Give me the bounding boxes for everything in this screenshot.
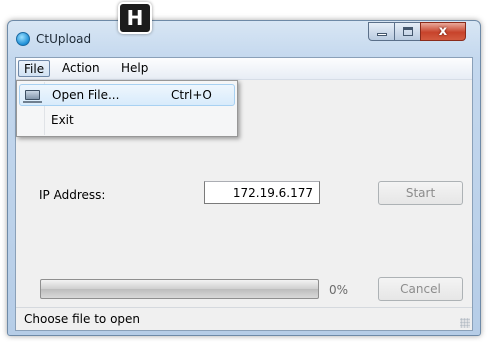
file-dropdown-menu: Open File... Ctrl+O Exit [16,80,238,137]
status-text: Choose file to open [24,312,141,326]
window-title: CtUpload [36,32,92,46]
menu-item-shortcut: Ctrl+O [171,88,212,102]
close-button[interactable]: x [420,22,466,41]
menu-bar: File Action Help [16,58,472,80]
computer-icon [23,90,42,103]
menu-item-label: Open File... [52,88,120,102]
maximize-icon [403,27,413,36]
status-bar: Choose file to open [16,307,472,330]
client-area: File Action Help Open File... Ctrl+O Exi… [15,57,473,331]
minimize-button[interactable] [368,22,395,41]
menu-file[interactable]: File [18,60,51,77]
progress-percent: 0% [329,283,349,297]
app-window: CtUpload x File Action Help Open File...… [7,20,481,336]
title-bar[interactable]: CtUpload x [8,21,480,57]
ip-address-input[interactable] [204,181,320,204]
resize-grip-icon[interactable] [460,318,470,328]
progress-bar [40,279,319,299]
step-badge: H [118,2,152,34]
menu-help[interactable]: Help [116,60,153,77]
menu-action[interactable]: Action [57,60,105,77]
app-icon [16,32,30,46]
menu-item-open-file[interactable]: Open File... Ctrl+O [19,84,235,106]
minimize-icon [377,33,387,36]
close-icon: x [438,24,448,39]
menu-item-label: Exit [51,113,74,127]
ip-address-label: IP Address: [39,188,106,202]
cancel-button[interactable]: Cancel [378,277,463,301]
start-button[interactable]: Start [378,181,463,205]
maximize-button[interactable] [394,22,421,41]
menu-item-exit[interactable]: Exit [19,110,235,132]
